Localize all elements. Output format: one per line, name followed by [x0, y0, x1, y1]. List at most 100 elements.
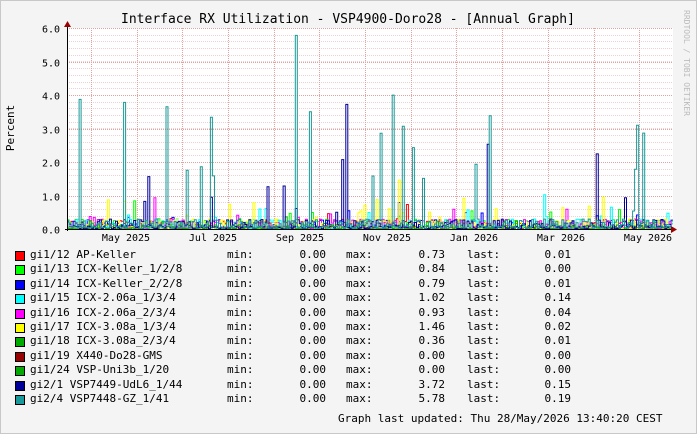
legend-swatch: [15, 279, 25, 290]
legend-max-value: 0.36: [418, 334, 446, 348]
legend-max-value: 0.00: [418, 363, 446, 377]
legend-swatch: [15, 337, 25, 348]
y-axis-label: Percent: [4, 105, 17, 151]
legend-min-label: min:: [227, 320, 254, 333]
legend-min-label: min:: [227, 262, 254, 276]
legend-last-label: last:: [467, 377, 501, 391]
last-updated: Graph last updated: Thu 28/May/2026 13:4…: [338, 412, 663, 425]
legend-min-value: 0.00: [299, 348, 327, 362]
legend-max-label: max:: [346, 363, 373, 377]
legend-last-value: 0.04: [544, 305, 572, 319]
legend-max-label: max:: [346, 377, 373, 391]
legend-series-name: gi1/15 ICX-2.06a_1/3/4: [30, 291, 176, 305]
legend-min-label: min:: [227, 305, 254, 319]
legend-swatch: [15, 251, 25, 261]
y-tick-label: 4.0: [42, 92, 60, 103]
y-tick-label: 6.0: [42, 25, 60, 36]
legend-series-name: gi1/14 ICX-Keller_2/2/8: [30, 276, 183, 290]
legend-min-label: min:: [227, 291, 254, 305]
legend-swatch: [15, 380, 25, 391]
legend-row: gi1/16 ICX-2.06a_2/3/4 min: 0.00 max: 0.93 la…: [0, 306, 697, 320]
legend-series-name: gi1/24 VSP-Uni3b_1/20: [30, 363, 170, 377]
legend-min-label: min:: [227, 276, 254, 290]
legend-max-label: max:: [346, 262, 373, 276]
legend-row: gi1/15 ICX-2.06a_1/3/4 min: 0.00 max: 1.02 la…: [0, 291, 697, 305]
y-tick-label: 3.0: [42, 126, 60, 137]
legend-max-value: 1.02: [418, 291, 446, 305]
y-tick-labels: 0.0 1.0 2.0 3.0 4.0 5.0 6.0: [42, 25, 60, 237]
legend-series-name: gi1/17 ICX-3.08a_1/3/4: [30, 320, 176, 333]
legend-max-label: max:: [346, 305, 373, 319]
legend-last-label: last:: [467, 363, 501, 377]
watermark: RRDTOOL / TOBI OETIKER: [682, 10, 691, 116]
legend-swatch: [15, 265, 25, 276]
legend-min-label: min:: [227, 392, 254, 405]
legend-series-name: gi1/12 AP-Keller: [30, 248, 136, 261]
x-axis-arrow: [671, 226, 677, 233]
y-tick-label: 1.0: [42, 193, 60, 204]
legend-row: gi1/17 ICX-3.08a_1/3/4 min: 0.00 max: 1.46 la…: [0, 320, 697, 334]
legend-last-value: 0.02: [544, 320, 572, 333]
legend-row: gi1/14 ICX-Keller_2/2/8 min: 0.00 max: 0.79 l…: [0, 277, 697, 291]
legend-swatch: [15, 294, 25, 305]
legend-series-name: gi1/19 X440-Do28-GMS: [30, 348, 163, 362]
x-tick-label: May 2025: [102, 233, 150, 244]
x-tick-label: Nov 2025: [363, 233, 411, 244]
legend-last-value: 0.00: [544, 363, 572, 377]
y-tick-label: 2.0: [42, 159, 60, 170]
legend-last-label: last:: [467, 320, 501, 333]
legend-max-label: max:: [346, 348, 373, 362]
legend-max-label: max:: [346, 248, 373, 261]
legend-series-name: gi1/13 ICX-Keller_1/2/8: [30, 262, 183, 276]
legend-last-label: last:: [467, 248, 501, 261]
x-tick-label: Jan 2026: [450, 233, 498, 244]
legend-max-label: max:: [346, 291, 373, 305]
legend-min-label: min:: [227, 363, 254, 377]
legend-series-name: gi2/1 VSP7449-UdL6_1/44: [30, 377, 183, 391]
legend-last-label: last:: [467, 305, 501, 319]
legend-min-value: 0.00: [299, 305, 327, 319]
legend-min-value: 0.00: [299, 334, 327, 348]
x-tick-label: Sep 2025: [276, 233, 324, 244]
legend-last-label: last:: [467, 291, 501, 305]
legend-max-value: 1.46: [418, 320, 446, 333]
legend-max-value: 0.79: [418, 276, 446, 290]
legend-series-name: gi1/18 ICX-3.08a_2/3/4: [30, 334, 176, 348]
legend-min-label: min:: [227, 348, 254, 362]
legend-row: gi1/13 ICX-Keller_1/2/8 min: 0.00 max: 0.84 l…: [0, 262, 697, 276]
legend-row: gi1/18 ICX-3.08a_2/3/4 min: 0.00 max: 0.36 la…: [0, 334, 697, 348]
legend-series-name: gi1/16 ICX-2.06a_2/3/4: [30, 305, 176, 319]
legend-swatch: [15, 323, 25, 333]
legend-last-value: 0.14: [544, 291, 572, 305]
legend-max-value: 0.73: [418, 248, 446, 261]
legend-min-value: 0.00: [299, 248, 327, 261]
legend-last-value: 0.01: [544, 248, 572, 261]
x-tick-labels: May 2025 Jul 2025 Sep 2025 Nov 2025 Jan 2026…: [102, 233, 672, 244]
legend-min-value: 0.00: [299, 262, 327, 276]
y-tick-label: 5.0: [42, 59, 60, 70]
x-tick-label: Mar 2026: [537, 233, 585, 244]
legend-last-value: 0.00: [544, 262, 572, 276]
y-tick-label: 0.0: [42, 226, 60, 237]
legend-max-label: max:: [346, 276, 373, 290]
legend-swatch: [15, 395, 25, 405]
legend-max-label: max:: [346, 392, 373, 405]
legend-last-label: last:: [467, 334, 501, 348]
legend-row: gi1/19 X440-Do28-GMS min: 0.00 max: 0.00 last…: [0, 349, 697, 363]
legend-min-label: min:: [227, 334, 254, 348]
y-axis-arrow: [64, 21, 71, 27]
legend-max-value: 0.84: [418, 262, 446, 276]
chart-title: Interface RX Utilization - VSP4900-Doro2…: [121, 12, 575, 27]
legend-last-label: last:: [467, 392, 501, 405]
legend-swatch: [15, 366, 25, 377]
legend-last-value: 0.00: [544, 348, 572, 362]
legend-last-label: last:: [467, 348, 501, 362]
legend-max-value: 0.00: [418, 348, 446, 362]
legend-row: gi2/4 VSP7448-GZ_1/41 min: 0.00 max: 5.78 las…: [0, 392, 697, 406]
legend-min-value: 0.00: [299, 363, 327, 377]
legend-series-name: gi2/4 VSP7448-GZ_1/41: [30, 392, 170, 405]
legend-min-value: 0.00: [299, 392, 327, 405]
legend-last-value: 0.01: [544, 334, 572, 348]
legend-last-value: 0.19: [544, 392, 572, 405]
legend-last-value: 0.15: [544, 377, 572, 391]
